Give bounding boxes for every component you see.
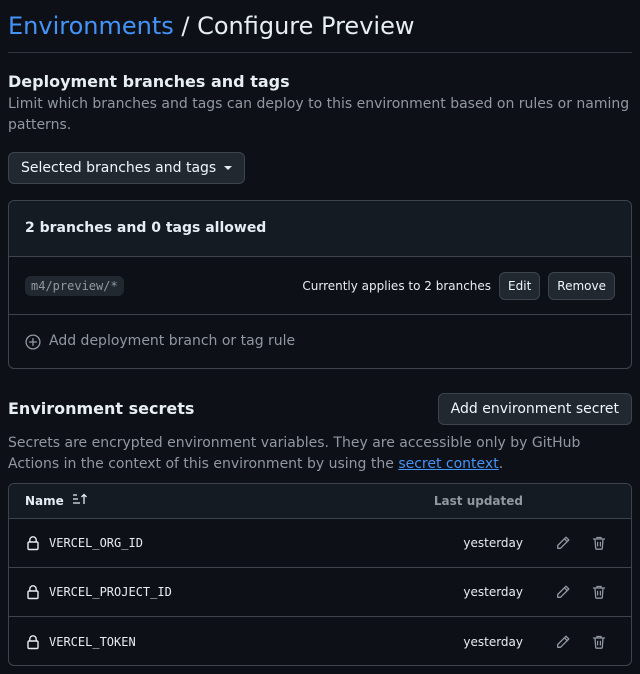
trash-icon[interactable] — [587, 580, 611, 604]
secret-name: VERCEL_TOKEN — [49, 634, 136, 649]
page-title: Environments / Configure Preview — [8, 0, 632, 53]
add-branch-rule-label: Add deployment branch or tag rule — [49, 333, 296, 349]
breadcrumb-current: Configure Preview — [197, 12, 415, 40]
branch-rule-row: m4/preview/* Currently applies to 2 bran… — [9, 257, 631, 315]
environment-secrets-description: Secrets are encrypted environment variab… — [8, 433, 632, 475]
branch-rule-actions: Currently applies to 2 branches Edit Rem… — [302, 271, 615, 300]
lock-icon — [25, 634, 41, 650]
secret-last-updated: yesterday — [463, 634, 523, 649]
pencil-icon[interactable] — [551, 531, 575, 555]
deployment-branches-title: Deployment branches and tags — [8, 72, 290, 91]
branch-rule-applies: Currently applies to 2 branches — [302, 278, 492, 293]
last-updated-column-header: Last updated — [433, 494, 523, 508]
secret-last-updated: yesterday — [463, 585, 523, 599]
breadcrumb-separator: / — [173, 12, 198, 40]
secrets-description-end: . — [498, 456, 504, 472]
name-column-header[interactable]: Name — [25, 492, 88, 510]
triangle-down-icon — [224, 166, 233, 170]
name-column-label: Name — [25, 494, 64, 508]
secret-row: VERCEL_ORG_ID yesterday — [9, 519, 631, 568]
branch-policy-select-label: Selected branches and tags — [21, 160, 217, 176]
secret-name: VERCEL_PROJECT_ID — [49, 585, 172, 599]
pencil-icon[interactable] — [551, 580, 575, 604]
secret-row: VERCEL_PROJECT_ID yesterday — [9, 568, 631, 617]
secret-context-link[interactable]: secret context — [398, 456, 498, 472]
remove-rule-button[interactable]: Remove — [548, 271, 615, 300]
branch-rules-box: 2 branches and 0 tags allowed m4/preview… — [8, 200, 632, 369]
pencil-icon[interactable] — [551, 630, 575, 654]
add-environment-secret-button[interactable]: Add environment secret — [437, 393, 632, 425]
environment-secrets-title: Environment secrets — [8, 399, 195, 418]
page: Environments / Configure Preview — [0, 0, 640, 53]
secret-name: VERCEL_ORG_ID — [49, 536, 143, 550]
breadcrumb-environments-link[interactable]: Environments — [8, 12, 174, 40]
lock-icon — [25, 584, 41, 600]
secret-last-updated: yesterday — [463, 536, 523, 550]
secrets-table: Name Last updated VERCEL_ORG_ID yesterda… — [8, 483, 632, 666]
secrets-table-header: Name Last updated — [9, 484, 631, 519]
lock-icon — [25, 535, 41, 551]
plus-circle-icon — [25, 333, 41, 350]
deployment-branches-section: Deployment branches and tags Limit which… — [8, 70, 632, 136]
branch-rules-summary: 2 branches and 0 tags allowed — [9, 201, 631, 257]
branch-policy-select[interactable]: Selected branches and tags — [8, 152, 246, 184]
deployment-branches-description: Limit which branches and tags can deploy… — [8, 96, 630, 133]
add-branch-rule-button[interactable]: Add deployment branch or tag rule — [9, 315, 631, 368]
trash-icon[interactable] — [587, 630, 611, 654]
secret-row: VERCEL_TOKEN yesterday — [9, 617, 631, 665]
edit-rule-button[interactable]: Edit — [499, 271, 541, 300]
trash-icon[interactable] — [587, 531, 611, 555]
branch-rule-pattern: m4/preview/* — [25, 275, 124, 296]
sort-asc-icon — [72, 492, 88, 510]
